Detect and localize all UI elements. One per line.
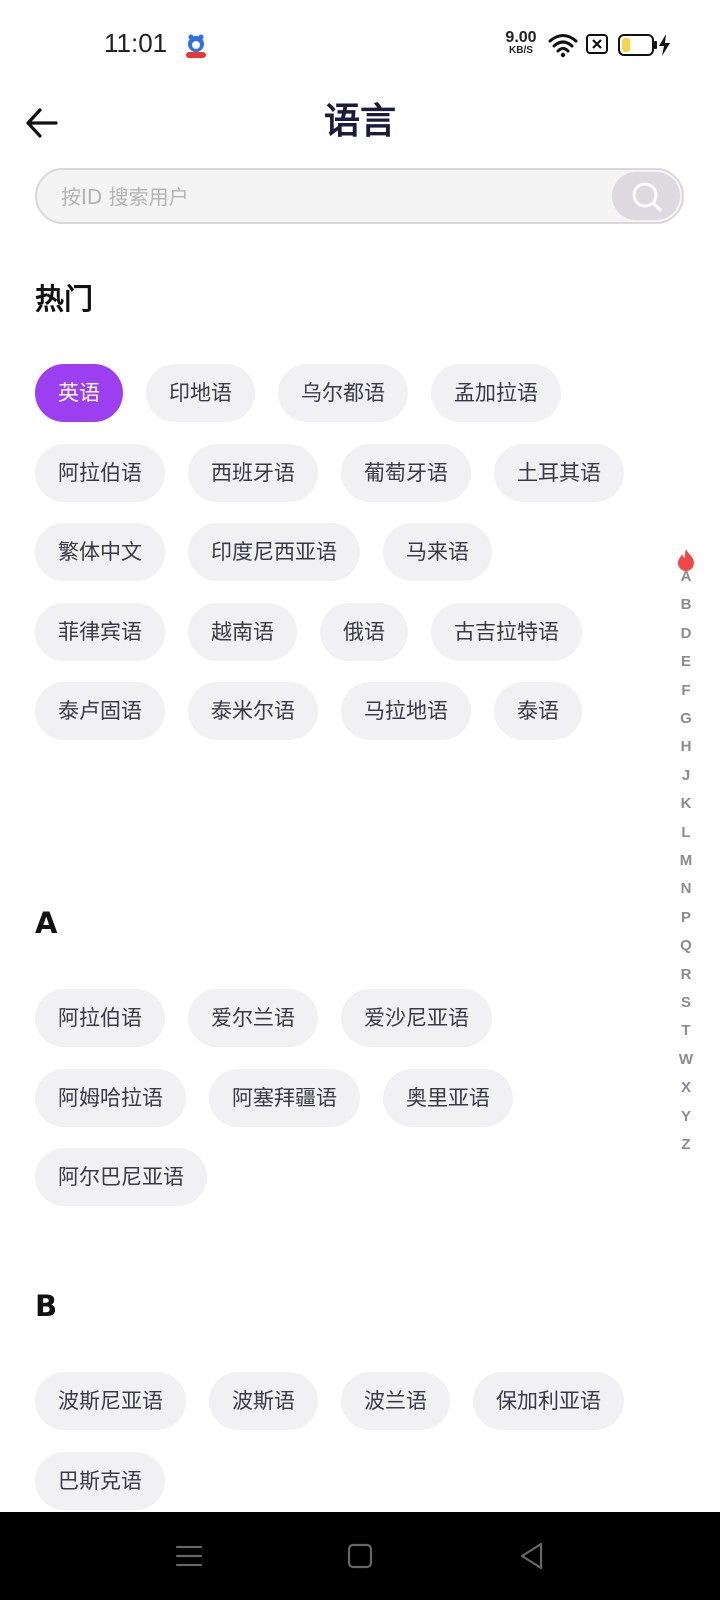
home-nav-icon[interactable]: [342, 1538, 378, 1574]
section-title-a: A: [35, 906, 58, 940]
alpha-index-letter[interactable]: F: [668, 682, 704, 699]
language-chip[interactable]: 泰语: [494, 682, 582, 740]
language-chip[interactable]: 阿拉伯语: [35, 989, 165, 1047]
network-speed-value: 9.00: [505, 29, 537, 46]
language-chip[interactable]: 俄语: [320, 602, 408, 661]
search-bar: [35, 168, 684, 224]
language-chip[interactable]: 马来语: [383, 523, 492, 581]
language-chip[interactable]: 土耳其语: [494, 443, 624, 502]
language-chip[interactable]: 波斯尼亚语: [35, 1372, 186, 1430]
status-time: 11:01: [104, 28, 168, 58]
language-chip[interactable]: 奥里亚语: [383, 1068, 513, 1127]
network-speed-unit: KB/S: [509, 45, 533, 56]
alpha-index-letter[interactable]: J: [668, 767, 704, 784]
system-navigation-bar: [0, 1512, 720, 1600]
search-button[interactable]: [612, 172, 680, 220]
alpha-index-letter[interactable]: H: [668, 738, 704, 755]
alpha-index-letter[interactable]: R: [668, 966, 704, 983]
language-chip[interactable]: 印地语: [146, 364, 255, 422]
section-title-hot: 热门: [35, 282, 94, 316]
language-chip[interactable]: 泰米尔语: [188, 682, 318, 740]
battery-charging-icon: [618, 34, 670, 56]
alpha-index-letter[interactable]: W: [668, 1051, 704, 1068]
alpha-index-letter[interactable]: G: [668, 710, 704, 727]
network-speed: 9.00 KB/S: [503, 30, 539, 56]
language-chip[interactable]: 菲律宾语: [35, 602, 165, 661]
language-chip[interactable]: 繁体中文: [35, 523, 165, 581]
language-chip[interactable]: 乌尔都语: [278, 364, 408, 422]
alpha-index-letter[interactable]: E: [668, 653, 704, 670]
search-icon: [632, 182, 662, 212]
language-chip[interactable]: 西班牙语: [188, 443, 318, 502]
wifi-icon: [548, 34, 578, 58]
alpha-index-letter[interactable]: N: [668, 880, 704, 897]
alpha-index-letter[interactable]: B: [668, 596, 704, 613]
language-chip[interactable]: 爱尔兰语: [188, 989, 318, 1047]
baidu-app-icon: [186, 34, 206, 58]
sim-blocked-icon: [586, 34, 608, 54]
menu-nav-icon[interactable]: [171, 1538, 207, 1574]
language-chip[interactable]: 马拉地语: [341, 682, 471, 740]
alpha-index-letter[interactable]: K: [668, 795, 704, 812]
language-chip[interactable]: 古吉拉特语: [431, 602, 582, 661]
alpha-index-letter[interactable]: D: [668, 625, 704, 642]
language-chip[interactable]: 孟加拉语: [431, 364, 561, 422]
language-chip[interactable]: 阿尔巴尼亚语: [35, 1148, 207, 1206]
app-header: 语言: [0, 88, 720, 164]
alpha-index-letter[interactable]: A: [668, 568, 704, 585]
alpha-index-letter[interactable]: T: [668, 1022, 704, 1039]
status-bar: 11:01 9.00 KB/S: [0, 0, 720, 88]
page-title: 语言: [323, 101, 396, 142]
alpha-index-letter[interactable]: S: [668, 994, 704, 1011]
language-chip[interactable]: 爱沙尼亚语: [341, 989, 492, 1047]
language-chip[interactable]: 保加利亚语: [473, 1372, 624, 1430]
search-input[interactable]: [59, 170, 583, 224]
language-chip[interactable]: 阿拉伯语: [35, 443, 165, 502]
alpha-index-letter[interactable]: Y: [668, 1108, 704, 1125]
language-chip[interactable]: 泰卢固语: [35, 682, 165, 740]
alpha-index-letter[interactable]: P: [668, 909, 704, 926]
alpha-index-letter[interactable]: M: [668, 852, 704, 869]
language-chip[interactable]: 波斯语: [209, 1372, 318, 1430]
language-chip[interactable]: 印度尼西亚语: [188, 523, 360, 581]
alpha-index-letter[interactable]: L: [668, 824, 704, 841]
alpha-index-letter[interactable]: Z: [668, 1136, 704, 1153]
language-chip[interactable]: 巴斯克语: [35, 1451, 165, 1510]
language-chip[interactable]: 越南语: [188, 602, 297, 661]
language-chip[interactable]: 英语: [35, 364, 123, 422]
alpha-index-letter[interactable]: Q: [668, 937, 704, 954]
language-chip[interactable]: 波兰语: [341, 1372, 450, 1430]
alpha-index-letter[interactable]: X: [668, 1079, 704, 1096]
language-chip[interactable]: 阿塞拜疆语: [209, 1068, 360, 1127]
language-chip[interactable]: 阿姆哈拉语: [35, 1068, 186, 1127]
language-chip[interactable]: 葡萄牙语: [341, 443, 471, 502]
back-nav-icon[interactable]: [514, 1538, 550, 1574]
section-title-b: B: [35, 1289, 58, 1323]
